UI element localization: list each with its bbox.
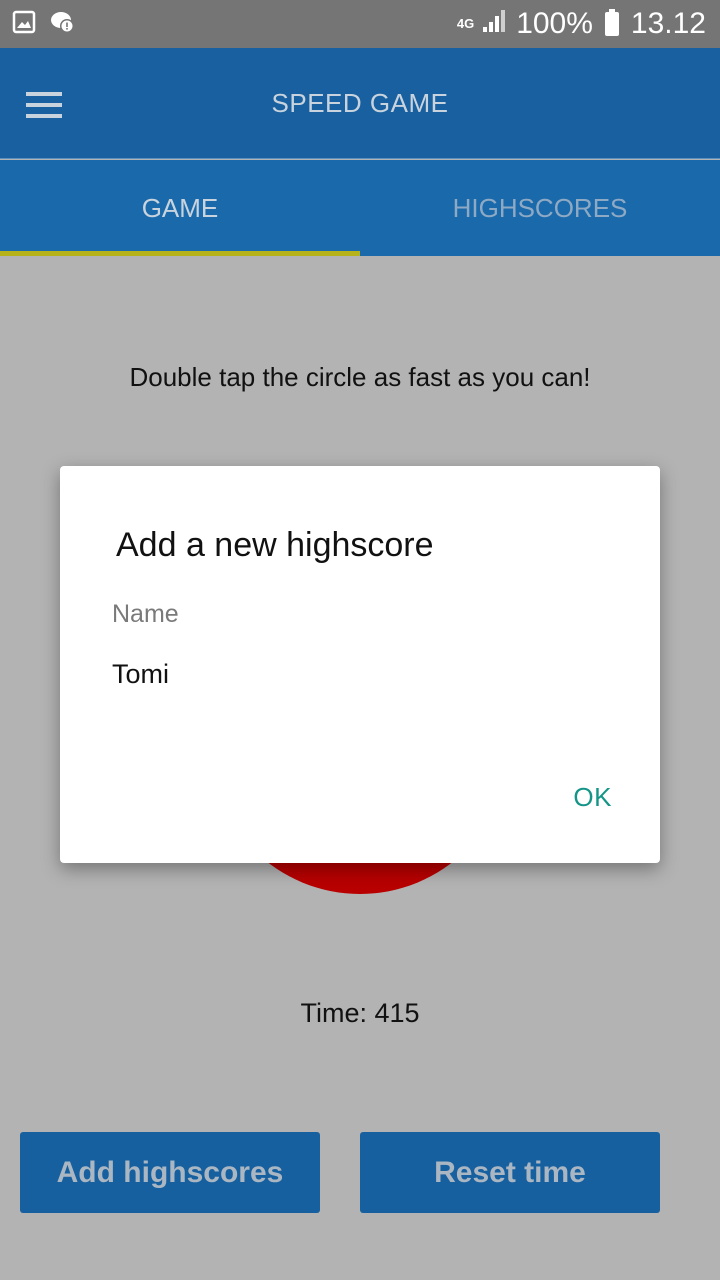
tab-active-indicator	[0, 251, 360, 256]
add-highscores-button[interactable]: Add highscores	[20, 1132, 320, 1213]
ok-button[interactable]: OK	[573, 782, 612, 813]
network-type: 4G	[456, 16, 475, 31]
screen: 4G 100% 13.12 SPEED GAME GAME HIGHSCORES…	[0, 0, 720, 1280]
add-highscore-dialog: Add a new highscore Name OK	[60, 466, 660, 863]
status-right: 4G 100% 13.12	[457, 7, 706, 41]
tab-bar: GAME HIGHSCORES	[0, 160, 720, 256]
reset-time-button[interactable]: Reset time	[360, 1132, 660, 1213]
status-left	[12, 9, 76, 40]
gallery-icon	[12, 10, 36, 39]
battery-icon	[604, 9, 619, 36]
tab-highscores-label: HIGHSCORES	[452, 192, 628, 223]
tab-game-label: GAME	[141, 192, 219, 223]
status-bar: 4G 100% 13.12	[0, 0, 720, 48]
dialog-title: Add a new highscore	[116, 526, 434, 564]
clock: 13.12	[630, 7, 706, 40]
app-bar: SPEED GAME	[0, 48, 720, 159]
tab-highscores[interactable]: HIGHSCORES	[360, 160, 720, 256]
instruction-text: Double tap the circle as fast as you can…	[129, 362, 591, 392]
battery-percent: 100%	[516, 7, 593, 40]
time-display: Time: 415	[300, 998, 420, 1028]
app-title: SPEED GAME	[271, 88, 449, 118]
name-input[interactable]	[112, 656, 612, 692]
name-field-label: Name	[112, 600, 179, 628]
notification-icon	[50, 9, 76, 40]
signal-icon	[482, 7, 508, 41]
tab-game[interactable]: GAME	[0, 160, 360, 256]
